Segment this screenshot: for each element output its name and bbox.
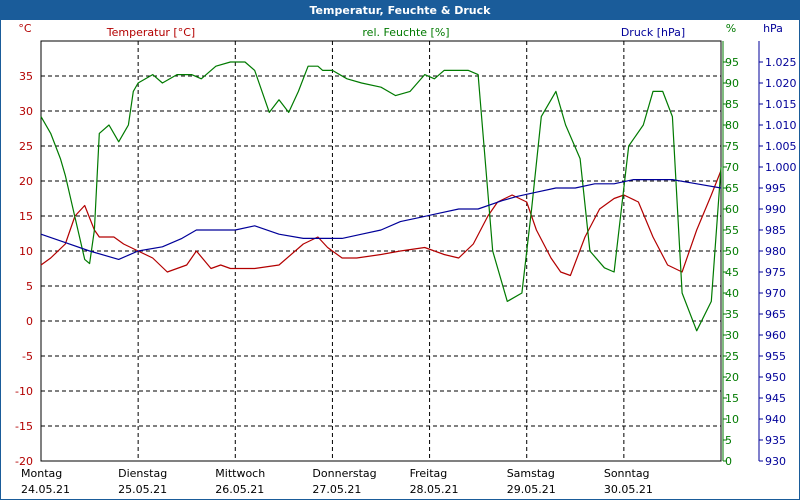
temperature-tick-label: -5	[22, 350, 33, 363]
x-tick-date-label: 27.05.21	[312, 483, 361, 496]
humidity-tick-label: 85	[725, 98, 739, 111]
x-tick-day-label: Freitag	[410, 467, 448, 480]
temperature-tick-label: -10	[15, 385, 33, 398]
pressure-tick-label: 950	[765, 371, 786, 384]
x-tick-day-label: Sonntag	[604, 467, 650, 480]
pressure-tick-label: 975	[765, 266, 786, 279]
humidity-tick-label: 90	[725, 77, 739, 90]
pressure-tick-label: 970	[765, 287, 786, 300]
pressure-tick-label: 985	[765, 224, 786, 237]
humidity-tick-label: 80	[725, 119, 739, 132]
temperature-tick-label: 15	[19, 210, 33, 223]
humidity-tick-label: 75	[725, 140, 739, 153]
series-lines	[40, 61, 722, 332]
x-tick-date-label: 29.05.21	[507, 483, 556, 496]
humidity-unit-label: %	[726, 22, 736, 35]
x-tick-date-label: 26.05.21	[215, 483, 264, 496]
pressure-tick-label: 1.015	[765, 98, 797, 111]
pressure-series-line	[40, 179, 722, 260]
humidity-tick-label: 10	[725, 413, 739, 426]
x-tick-date-label: 30.05.21	[604, 483, 653, 496]
pressure-tick-label: 960	[765, 329, 786, 342]
pressure-axis-title: Druck [hPa]	[621, 26, 685, 39]
x-tick-date-label: 28.05.21	[410, 483, 459, 496]
temperature-tick-label: -15	[15, 420, 33, 433]
temperature-tick-label: 5	[26, 280, 33, 293]
chart-canvas: 35302520151050-5-10-15-20Montag24.05.21D…	[15, 22, 797, 496]
temperature-tick-label: 35	[19, 70, 33, 83]
x-tick-day-label: Mittwoch	[215, 467, 265, 480]
x-tick-date-label: 24.05.21	[21, 483, 70, 496]
pressure-tick-label: 955	[765, 350, 786, 363]
pressure-tick-label: 1.005	[765, 140, 797, 153]
pressure-tick-label: 1.000	[765, 161, 797, 174]
humidity-tick-label: 70	[725, 161, 739, 174]
pressure-tick-label: 1.025	[765, 56, 797, 69]
humidity-axis-title: rel. Feuchte [%]	[362, 26, 449, 39]
pressure-tick-label: 940	[765, 413, 786, 426]
temperature-tick-label: 30	[19, 105, 33, 118]
humidity-tick-label: 60	[725, 203, 739, 216]
pressure-tick-label: 965	[765, 308, 786, 321]
grid	[40, 40, 722, 462]
humidity-tick-label: 30	[725, 329, 739, 342]
humidity-tick-label: 15	[725, 392, 739, 405]
humidity-tick-label: 20	[725, 371, 739, 384]
pressure-tick-label: 935	[765, 434, 786, 447]
pressure-tick-label: 930	[765, 455, 786, 468]
pressure-tick-label: 1.010	[765, 119, 797, 132]
humidity-tick-label: 45	[725, 266, 739, 279]
pressure-tick-label: 1.020	[765, 77, 797, 90]
humidity-tick-label: 95	[725, 56, 739, 69]
pressure-tick-label: 990	[765, 203, 786, 216]
temperature-unit-label: °C	[18, 22, 32, 35]
temperature-tick-label: 20	[19, 175, 33, 188]
humidity-tick-label: 25	[725, 350, 739, 363]
temperature-tick-label: 10	[19, 245, 33, 258]
x-tick-day-label: Donnerstag	[312, 467, 376, 480]
x-tick-day-label: Samstag	[507, 467, 555, 480]
pressure-unit-label: hPa	[763, 22, 783, 35]
x-tick-date-label: 25.05.21	[118, 483, 167, 496]
temperature-axis-title: Temperatur [°C]	[106, 26, 195, 39]
x-tick-day-label: Dienstag	[118, 467, 167, 480]
temperature-tick-label: 0	[26, 315, 33, 328]
temperature-tick-label: 25	[19, 140, 33, 153]
humidity-tick-label: 5	[725, 434, 732, 447]
pressure-tick-label: 980	[765, 245, 786, 258]
humidity-tick-label: 50	[725, 245, 739, 258]
humidity-tick-label: 0	[725, 455, 732, 468]
x-tick-day-label: Montag	[21, 467, 62, 480]
pressure-tick-label: 945	[765, 392, 786, 405]
humidity-tick-label: 55	[725, 224, 739, 237]
pressure-tick-label: 995	[765, 182, 786, 195]
chart-window: Temperatur, Feuchte & Druck 35 30 25 20 15 10…	[0, 0, 800, 500]
humidity-tick-label: 65	[725, 182, 739, 195]
temperature-series-line	[40, 170, 722, 277]
humidity-tick-label: 40	[725, 287, 739, 300]
humidity-tick-label: 35	[725, 308, 739, 321]
